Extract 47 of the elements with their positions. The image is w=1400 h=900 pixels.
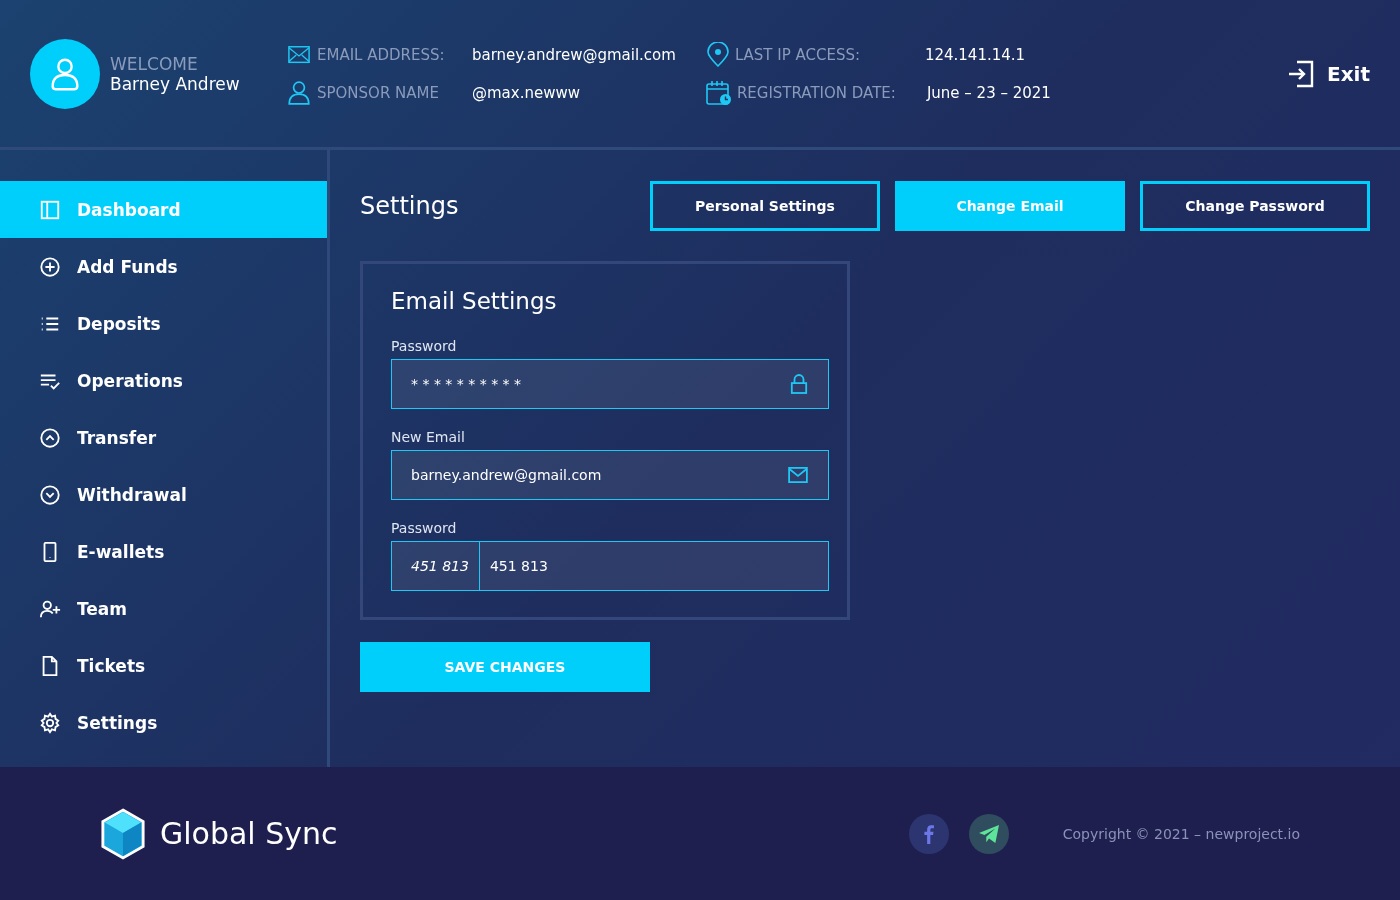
tab[interactable]: Personal Settings	[650, 181, 880, 231]
info-value: @max.newww	[472, 83, 581, 102]
envelope-icon	[286, 43, 312, 66]
input-field[interactable]: * * * * * * * * * *	[391, 359, 829, 409]
sidebar-item[interactable]: Settings	[0, 694, 327, 751]
info-label: LAST IP ACCESS:	[734, 45, 862, 64]
location-pin-icon	[705, 41, 730, 68]
sidebar-item[interactable]: E-wallets	[0, 523, 327, 580]
paper-plane-icon[interactable]	[968, 813, 1009, 854]
sidebar-item[interactable]: Add Funds	[0, 238, 327, 295]
chevron-down-circle-icon	[39, 483, 61, 506]
calendar-clock-icon	[705, 79, 732, 106]
logout-icon	[1287, 59, 1315, 88]
tab[interactable]: Change Password	[1140, 181, 1370, 231]
info-label: REGISTRATION DATE:	[736, 83, 897, 102]
sidebar-item[interactable]: Operations	[0, 352, 327, 409]
info-label: EMAIL ADDRESS:	[317, 45, 446, 64]
sidebar-item[interactable]: Transfer	[0, 409, 327, 466]
field-label: New Email	[391, 429, 466, 445]
sidebar-item[interactable]: Tickets	[0, 637, 327, 694]
info-label: SPONSOR NAME	[317, 83, 440, 102]
envelope-icon	[788, 467, 808, 483]
plus-circle-icon	[39, 255, 61, 278]
sidebar-item[interactable]: Team	[0, 580, 327, 637]
info-value: 124.141.14.1	[924, 45, 1027, 64]
page-title: Settings	[360, 192, 460, 220]
brand-name: Global Sync	[160, 816, 338, 851]
info-value: June – 23 – 2021	[926, 83, 1052, 102]
exit-button[interactable]: Exit	[1287, 59, 1370, 88]
copyright-text: Copyright © 2021 – newproject.io	[1062, 825, 1300, 842]
sidebar-item[interactable]: Withdrawal	[0, 466, 327, 523]
panel-icon	[39, 198, 61, 221]
field-label: Password	[391, 520, 458, 536]
info-value: barney.andrew@gmail.com	[472, 45, 676, 64]
hexagon-cube-logo-icon	[100, 807, 146, 860]
settings-icon	[39, 711, 61, 734]
chevron-up-circle-icon	[39, 426, 61, 449]
card-title: Email Settings	[391, 288, 558, 314]
input-field[interactable]: 451 813 451 813	[391, 541, 829, 591]
welcome-label: WELCOME	[110, 53, 199, 74]
user-icon	[286, 79, 312, 106]
code-prefix: 451 813	[392, 542, 480, 590]
field-label: Password	[391, 338, 458, 354]
user-name: Barney Andrew	[110, 73, 241, 94]
lock-icon	[790, 374, 808, 394]
input-field[interactable]: barney.andrew@gmail.com	[391, 450, 829, 500]
sidebar-item[interactable]: Deposits	[0, 295, 327, 352]
